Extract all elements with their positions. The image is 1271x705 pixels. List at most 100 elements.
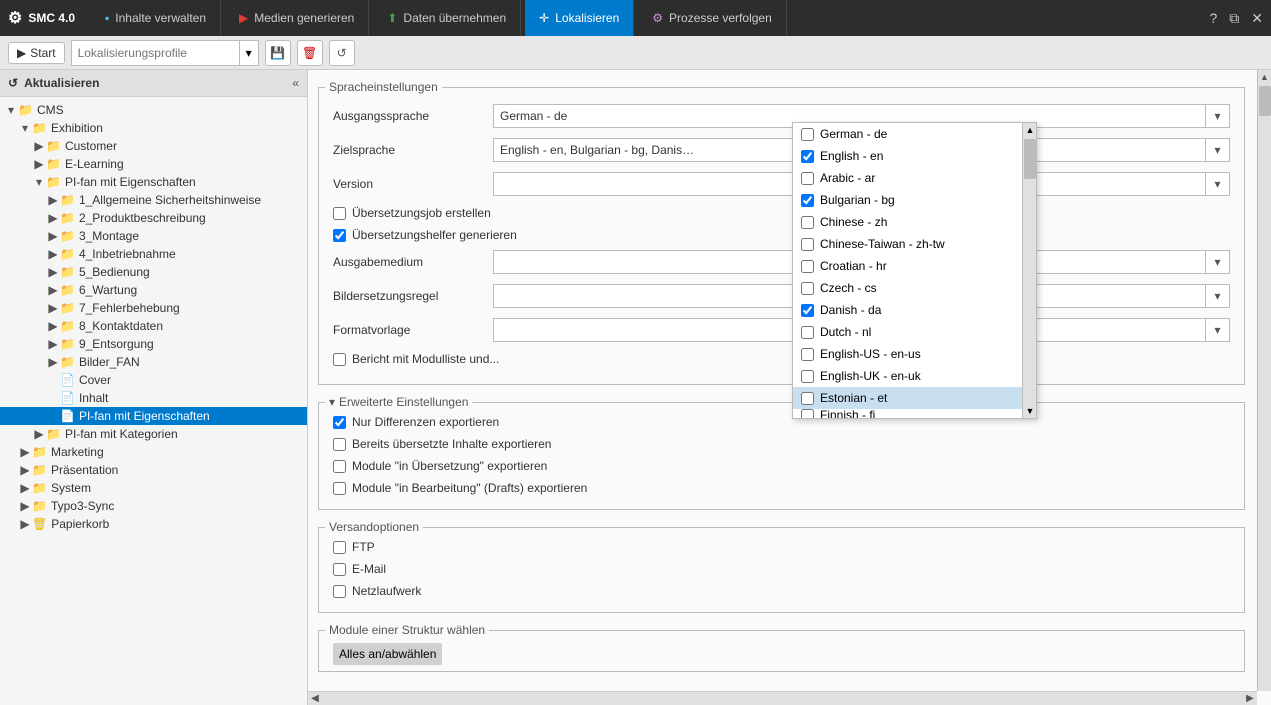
dropdown-scroll-up[interactable]: ▲ xyxy=(1023,123,1036,137)
papierkorb-toggle[interactable]: ▶ xyxy=(18,517,32,531)
czech-checkbox[interactable] xyxy=(801,282,814,295)
montage-toggle[interactable]: ▶ xyxy=(46,229,60,243)
refresh-button[interactable]: ↺ xyxy=(329,40,355,66)
german-checkbox[interactable] xyxy=(801,128,814,141)
profile-selector[interactable]: ▾ xyxy=(71,40,259,66)
tree-node-pifan[interactable]: ▾ 📁 PI-fan mit Eigenschaften xyxy=(0,173,307,191)
cms-toggle[interactable]: ▾ xyxy=(4,103,18,117)
tree-node-praesentation[interactable]: ▶ 📁 Präsentation xyxy=(0,461,307,479)
bereits-uebersetzt-checkbox[interactable] xyxy=(333,438,346,451)
uebersetzungshelfer-checkbox[interactable] xyxy=(333,229,346,242)
fehlerbehebung-toggle[interactable]: ▶ xyxy=(46,301,60,315)
bildersetzungsregel-arrow[interactable]: ▾ xyxy=(1206,284,1230,308)
system-toggle[interactable]: ▶ xyxy=(18,481,32,495)
pifan-toggle[interactable]: ▾ xyxy=(32,175,46,189)
close-icon[interactable]: ✕ xyxy=(1251,10,1263,27)
start-button[interactable]: ▶ Start xyxy=(8,42,65,64)
dropdown-item-bulgarian[interactable]: Bulgarian - bg xyxy=(793,189,1022,211)
dropdown-item-croatian[interactable]: Croatian - hr xyxy=(793,255,1022,277)
bedienung-toggle[interactable]: ▶ xyxy=(46,265,60,279)
estonian-checkbox[interactable] xyxy=(801,392,814,405)
tree-node-bilder[interactable]: ▶ 📁 Bilder_FAN xyxy=(0,353,307,371)
dropdown-item-chinese[interactable]: Chinese - zh xyxy=(793,211,1022,233)
dropdown-scrollbar[interactable]: ▲ ▼ xyxy=(1022,123,1036,418)
scroll-thumb[interactable] xyxy=(1259,86,1271,116)
tab-medien[interactable]: ▶ Medien generieren xyxy=(225,0,369,36)
dropdown-item-arabic[interactable]: Arabic - ar xyxy=(793,167,1022,189)
scroll-right-arrow[interactable]: ▶ xyxy=(1243,692,1257,705)
produkt-toggle[interactable]: ▶ xyxy=(46,211,60,225)
dropdown-item-english-us[interactable]: English-US - en-us xyxy=(793,343,1022,365)
nur-differenzen-checkbox[interactable] xyxy=(333,416,346,429)
help-icon[interactable]: ? xyxy=(1209,10,1217,27)
dropdown-item-chinese-tw[interactable]: Chinese-Taiwan - zh-tw xyxy=(793,233,1022,255)
save-button[interactable]: 💾 xyxy=(265,40,291,66)
tree-node-fehlerbehebung[interactable]: ▶ 📁 7_Fehlerbehebung xyxy=(0,299,307,317)
netzlaufwerk-checkbox[interactable] xyxy=(333,585,346,598)
tree-node-pifan-kat[interactable]: ▶ 📁 PI-fan mit Kategorien xyxy=(0,425,307,443)
restore-icon[interactable]: ⧉ xyxy=(1229,10,1239,27)
dropdown-scroll-down[interactable]: ▼ xyxy=(1023,404,1036,418)
kontaktdaten-toggle[interactable]: ▶ xyxy=(46,319,60,333)
tree-node-kontaktdaten[interactable]: ▶ 📁 8_Kontaktdaten xyxy=(0,317,307,335)
tree-node-cms[interactable]: ▾ 📁 CMS xyxy=(0,101,307,119)
ftp-checkbox[interactable] xyxy=(333,541,346,554)
arabic-checkbox[interactable] xyxy=(801,172,814,185)
marketing-toggle[interactable]: ▶ xyxy=(18,445,32,459)
scroll-up-arrow[interactable]: ▲ xyxy=(1258,70,1271,84)
wartung-toggle[interactable]: ▶ xyxy=(46,283,60,297)
entsorgung-toggle[interactable]: ▶ xyxy=(46,337,60,351)
tab-daten[interactable]: ⬆ Daten übernehmen xyxy=(373,0,521,36)
customer-toggle[interactable]: ▶ xyxy=(32,139,46,153)
tree-node-elearning[interactable]: ▶ 📁 E-Learning xyxy=(0,155,307,173)
croatian-checkbox[interactable] xyxy=(801,260,814,273)
dropdown-item-finnish[interactable]: Finnish - fi xyxy=(793,409,1022,418)
dropdown-item-estonian[interactable]: Estonian - et xyxy=(793,387,1022,409)
finnish-checkbox[interactable] xyxy=(801,409,814,418)
chinese-tw-checkbox[interactable] xyxy=(801,238,814,251)
vertical-scrollbar[interactable]: ▲ xyxy=(1257,70,1271,691)
profile-dropdown-arrow[interactable]: ▾ xyxy=(239,40,259,66)
dropdown-item-czech[interactable]: Czech - cs xyxy=(793,277,1022,299)
erweiterte-toggle-icon[interactable]: ▾ xyxy=(329,395,335,409)
tree-node-entsorgung[interactable]: ▶ 📁 9_Entsorgung xyxy=(0,335,307,353)
ausgangssprache-arrow[interactable]: ▾ xyxy=(1206,104,1230,128)
tree-node-inbetriebnahme[interactable]: ▶ 📁 4_Inbetriebnahme xyxy=(0,245,307,263)
tree-node-exhibition[interactable]: ▾ 📁 Exhibition xyxy=(0,119,307,137)
delete-button[interactable]: 🗑 xyxy=(297,40,323,66)
formatvorlage-arrow[interactable]: ▾ xyxy=(1206,318,1230,342)
tree-node-typo3[interactable]: ▶ 📁 Typo3-Sync xyxy=(0,497,307,515)
chinese-checkbox[interactable] xyxy=(801,216,814,229)
bulgarian-checkbox[interactable] xyxy=(801,194,814,207)
version-arrow[interactable]: ▾ xyxy=(1206,172,1230,196)
tree-node-system[interactable]: ▶ 📁 System xyxy=(0,479,307,497)
dropdown-item-dutch[interactable]: Dutch - nl xyxy=(793,321,1022,343)
sidebar-collapse-icon[interactable]: « xyxy=(292,76,299,90)
tab-inhalte[interactable]: ▪ Inhalte verwalten xyxy=(91,0,221,36)
scroll-left-arrow[interactable]: ◀ xyxy=(308,692,322,705)
dropdown-item-english-uk[interactable]: English-UK - en-uk xyxy=(793,365,1022,387)
tree-node-papierkorb[interactable]: ▶ 🗑 Papierkorb xyxy=(0,515,307,533)
tree-node-bedienung[interactable]: ▶ 📁 5_Bedienung xyxy=(0,263,307,281)
tab-lokalisieren[interactable]: ✛ Lokalisieren xyxy=(525,0,634,36)
allgemein-toggle[interactable]: ▶ xyxy=(46,193,60,207)
danish-checkbox[interactable] xyxy=(801,304,814,317)
dropdown-item-danish[interactable]: Danish - da xyxy=(793,299,1022,321)
typo3-toggle[interactable]: ▶ xyxy=(18,499,32,513)
tree-node-inhalt[interactable]: 📄 Inhalt xyxy=(0,389,307,407)
ausgabemedium-arrow[interactable]: ▾ xyxy=(1206,250,1230,274)
tree-node-montage[interactable]: ▶ 📁 3_Montage xyxy=(0,227,307,245)
dropdown-scroll-area[interactable]: German - de English - en Arabic - ar Bul… xyxy=(793,123,1036,418)
dutch-checkbox[interactable] xyxy=(801,326,814,339)
dropdown-item-german[interactable]: German - de xyxy=(793,123,1022,145)
inbetriebnahme-toggle[interactable]: ▶ xyxy=(46,247,60,261)
tree-node-cover[interactable]: 📄 Cover xyxy=(0,371,307,389)
english-us-checkbox[interactable] xyxy=(801,348,814,361)
tree-node-produkt[interactable]: ▶ 📁 2_Produktbeschreibung xyxy=(0,209,307,227)
english-uk-checkbox[interactable] xyxy=(801,370,814,383)
bericht-checkbox[interactable] xyxy=(333,353,346,366)
dropdown-scroll-thumb[interactable] xyxy=(1024,139,1036,179)
pifan-kat-toggle[interactable]: ▶ xyxy=(32,427,46,441)
module-bearbeitung-checkbox[interactable] xyxy=(333,482,346,495)
tree-node-allgemein[interactable]: ▶ 📁 1_Allgemeine Sicherheitshinweise xyxy=(0,191,307,209)
